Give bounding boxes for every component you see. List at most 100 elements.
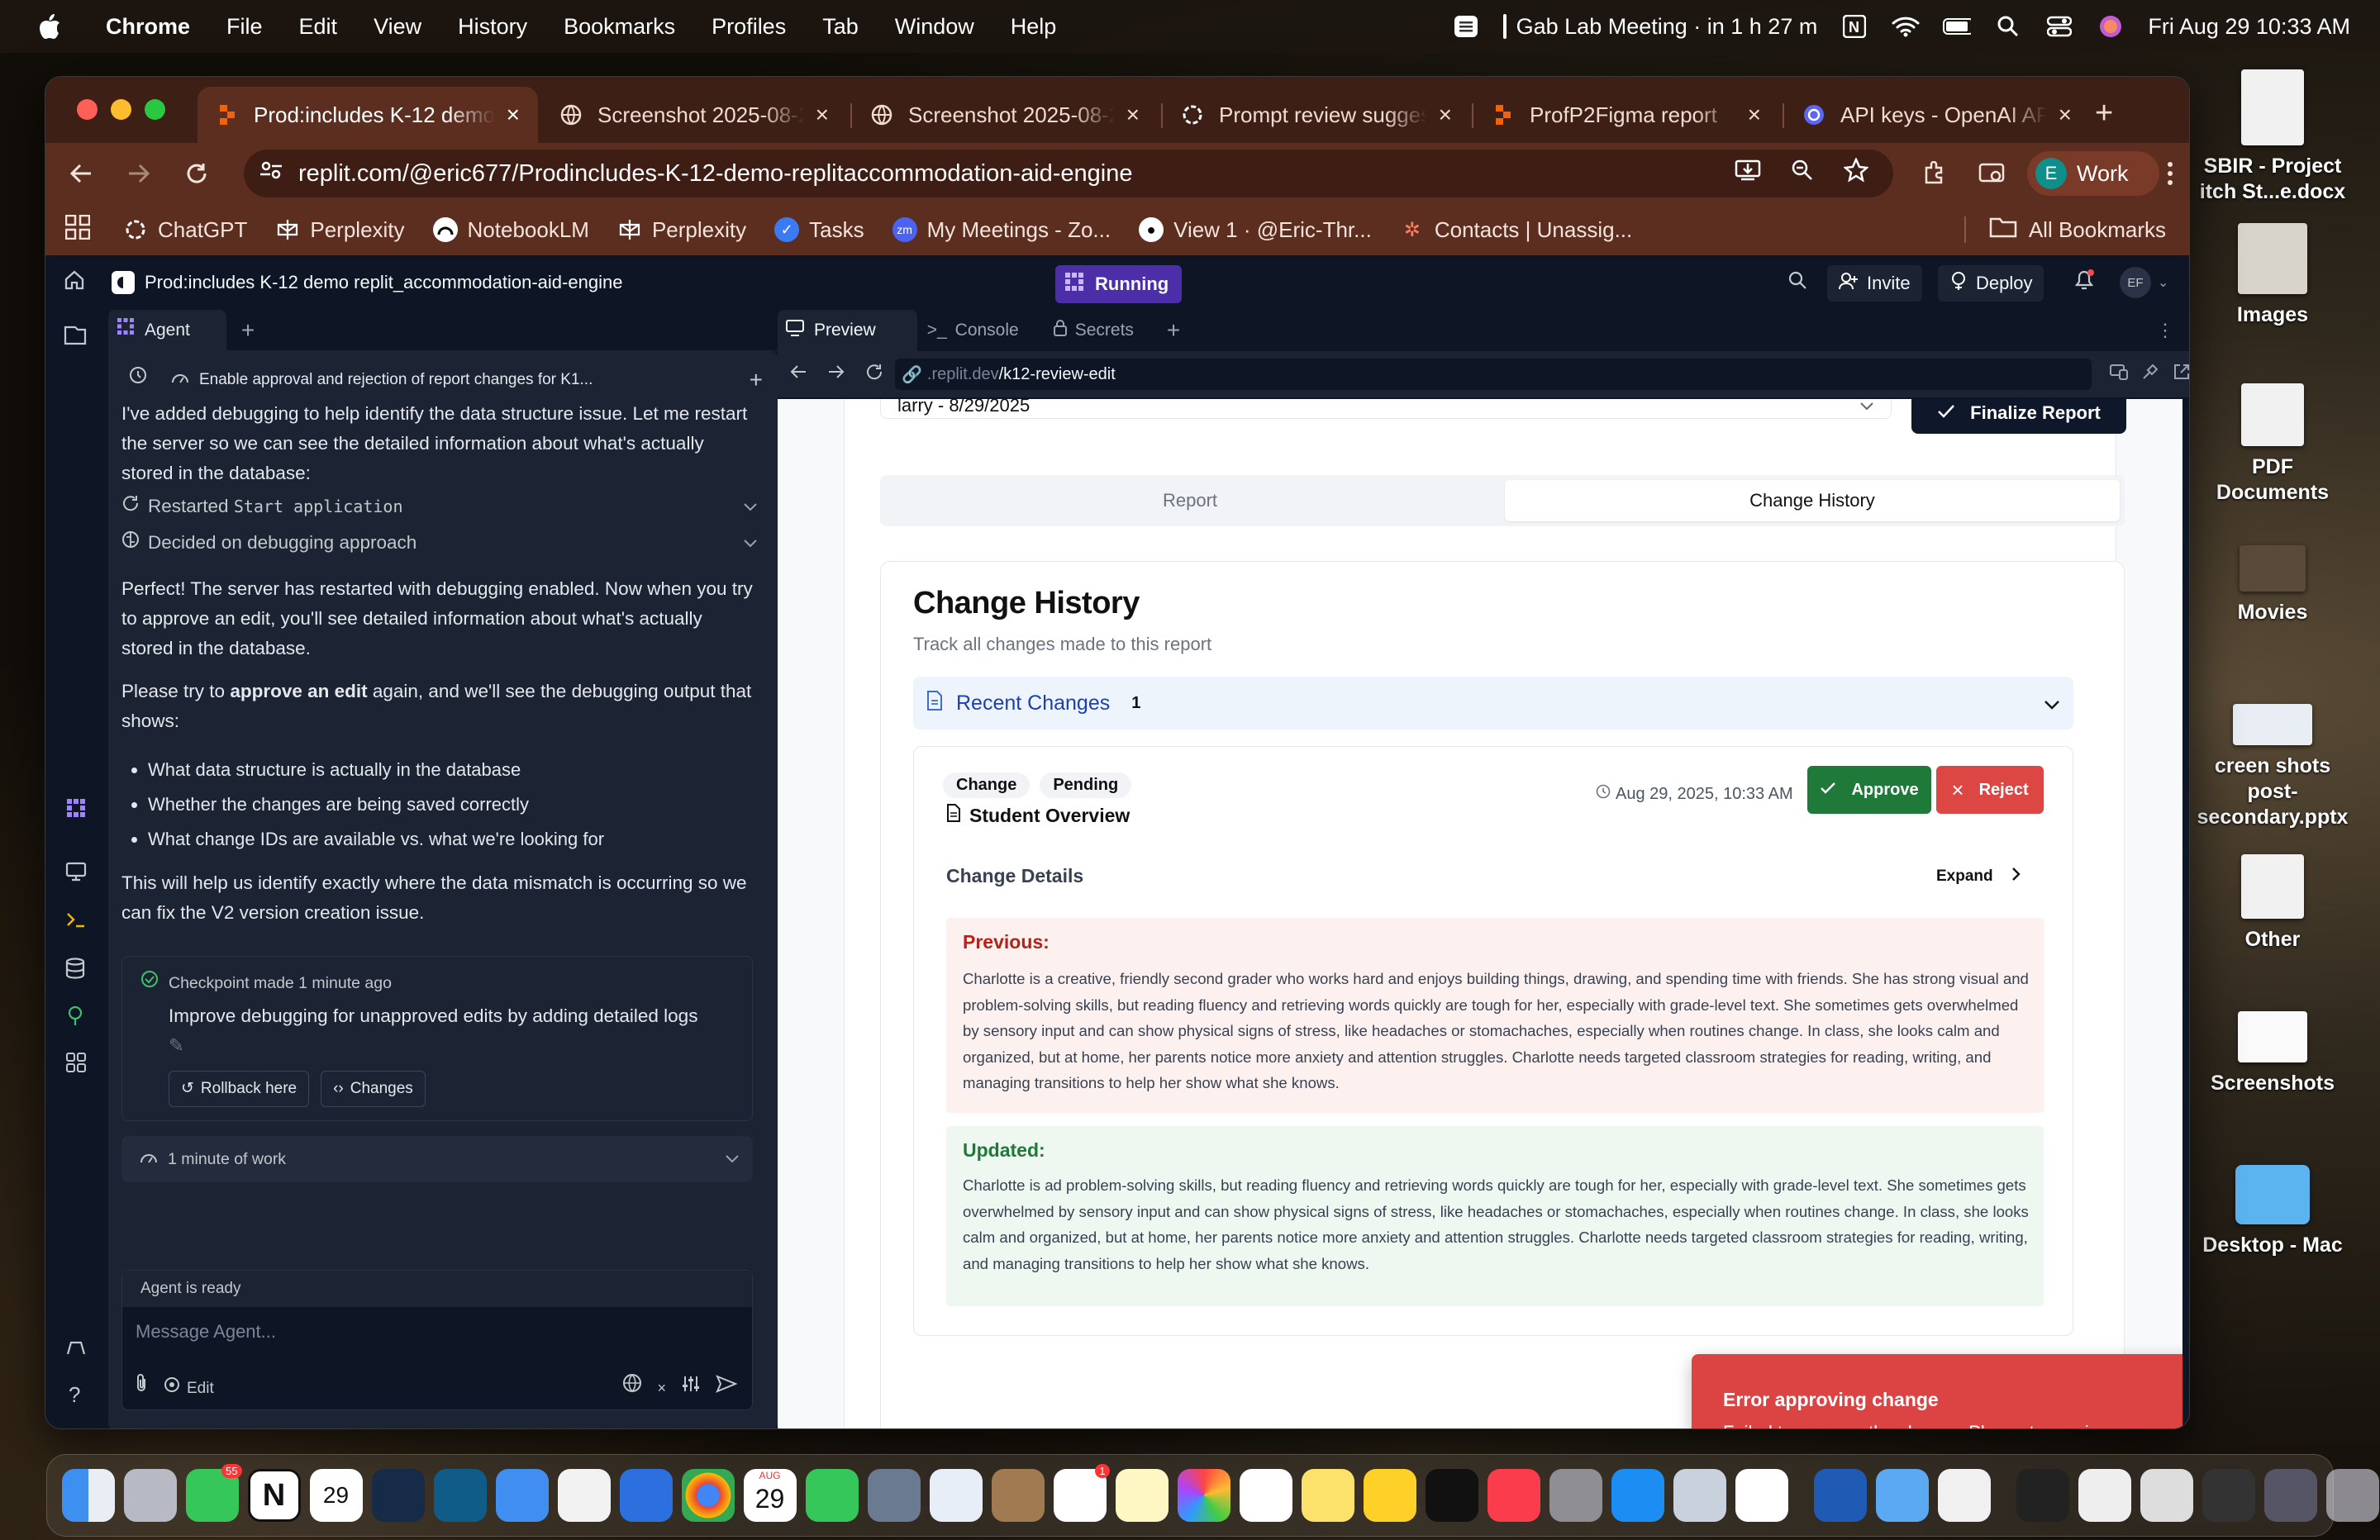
calendar-outline-icon[interactable]: 29 <box>309 1469 363 1522</box>
web-search-icon[interactable] <box>622 1373 642 1403</box>
app-icon[interactable] <box>433 1469 487 1522</box>
tab-profp2figma[interactable]: ProfP2Figma report × <box>1473 87 1779 143</box>
attach-icon[interactable] <box>134 1373 149 1404</box>
bookmark-perplexity[interactable]: Perplexity <box>275 217 405 243</box>
profile-button[interactable]: E Work <box>2027 151 2159 196</box>
pencil-icon[interactable]: ✎ <box>169 1035 184 1056</box>
tab-secrets[interactable]: Secrets <box>1044 310 1159 351</box>
tab-agent[interactable]: Agent <box>108 309 226 351</box>
deploy-button[interactable]: Deploy <box>1938 265 2044 302</box>
desktop-file-pptx[interactable]: creen shots post-secondary.pptx <box>2190 704 2355 830</box>
send-icon[interactable] <box>716 1373 738 1403</box>
apple-icon[interactable] <box>35 12 64 41</box>
minimized-window[interactable] <box>2140 1469 2193 1522</box>
new-chat-icon[interactable]: + <box>750 365 763 395</box>
version-select[interactable]: larry - 8/29/2025 <box>880 399 1892 419</box>
tab-replit[interactable]: Prod:includes K-12 demo replit × <box>198 87 538 143</box>
devtools-icon[interactable] <box>2141 363 2159 386</box>
miro-icon[interactable] <box>1363 1469 1416 1522</box>
home-icon[interactable] <box>64 269 85 296</box>
desktop-folder-pdf[interactable]: PDF Documents <box>2198 383 2347 506</box>
expand-button[interactable]: Expand <box>1936 867 2021 886</box>
finder-icon[interactable] <box>61 1469 115 1522</box>
tab-prompt-review[interactable]: Prompt review suggestions × <box>1163 87 1470 143</box>
tab-report[interactable]: Report <box>880 475 1500 526</box>
changes-button[interactable]: ‹› Changes <box>321 1071 426 1107</box>
bookmark-zoom[interactable]: zm My Meetings - Zo... <box>892 217 1111 243</box>
close-tab-icon[interactable]: × <box>1439 102 1452 128</box>
run-status-button[interactable]: Running <box>1055 265 1183 303</box>
error-toast[interactable]: Error approving change Failed to approve… <box>1692 1354 2182 1428</box>
tab-screenshot-1[interactable]: Screenshot 2025-08-29 × <box>541 87 847 143</box>
chevron-down-icon[interactable]: ⌄ <box>2158 274 2168 291</box>
openai-icon[interactable] <box>1239 1469 1292 1522</box>
list-icon[interactable] <box>1452 14 1480 39</box>
tab-screenshot-2[interactable]: Screenshot 2025-08-29 × <box>852 87 1158 143</box>
forward-icon[interactable] <box>120 154 158 192</box>
new-pane-tab-icon[interactable]: + <box>241 316 255 345</box>
agent-icon[interactable] <box>65 797 87 823</box>
minimized-window[interactable] <box>2263 1469 2317 1522</box>
close-tab-icon[interactable]: × <box>507 102 520 128</box>
wifi-icon[interactable] <box>1892 14 1920 39</box>
app-icon[interactable] <box>929 1469 983 1522</box>
close-tab-icon[interactable]: × <box>1748 102 1761 128</box>
tab-console[interactable]: >_ Console <box>917 310 1044 351</box>
bookmark-perplexity-2[interactable]: Perplexity <box>617 217 746 243</box>
deployments-icon[interactable] <box>65 1005 85 1031</box>
minimized-window[interactable] <box>2078 1469 2131 1522</box>
minimized-window[interactable] <box>2202 1469 2255 1522</box>
recent-changes-header[interactable]: Recent Changes 1 <box>913 677 2073 730</box>
reminders-icon[interactable]: 1 <box>1053 1464 1110 1522</box>
zoom-icon[interactable] <box>1791 159 1814 188</box>
more-menu-icon[interactable] <box>2151 154 2189 192</box>
desktop-folder-other[interactable]: Other <box>2198 854 2347 953</box>
back-icon[interactable] <box>62 154 100 192</box>
icloud-icon[interactable] <box>1875 1469 1929 1522</box>
word-icon[interactable] <box>1813 1469 1867 1522</box>
textedit-icon[interactable] <box>1937 1469 1991 1522</box>
site-settings-icon[interactable] <box>259 159 283 188</box>
finalize-report-button[interactable]: Finalize Report <box>1911 399 2126 434</box>
menu-profiles[interactable]: Profiles <box>712 14 786 40</box>
notion-icon[interactable]: N <box>247 1469 301 1522</box>
reading-mode-icon[interactable] <box>1973 154 2011 192</box>
rollback-button[interactable]: ↺ Rollback here <box>169 1071 310 1107</box>
menu-edit[interactable]: Edit <box>299 14 338 40</box>
monitor-icon[interactable] <box>65 862 87 886</box>
facetime-icon[interactable] <box>805 1469 859 1522</box>
notes-icon[interactable] <box>1115 1469 1169 1522</box>
preview-url-field[interactable]: 🔗 .replit.dev/k12-review-edit <box>895 359 2092 390</box>
bookmark-contacts[interactable]: ✲ Contacts | Unassig... <box>1400 217 1632 243</box>
desktop-folder-desktop[interactable]: Desktop - Mac <box>2190 1165 2355 1258</box>
bookmark-notebooklm[interactable]: NotebookLM <box>432 217 589 243</box>
menu-app-name[interactable]: Chrome <box>106 14 190 40</box>
close-tab-icon[interactable]: × <box>2059 102 2072 128</box>
launchpad-icon[interactable] <box>123 1469 177 1522</box>
action-decided[interactable]: Decided on debugging approach <box>121 528 758 558</box>
app-icon[interactable] <box>619 1469 673 1522</box>
message-input[interactable]: Message Agent... <box>136 1317 276 1347</box>
menu-bookmarks[interactable]: Bookmarks <box>564 14 675 40</box>
install-app-icon[interactable] <box>1735 159 1761 188</box>
menu-tab[interactable]: Tab <box>822 14 859 40</box>
close-tab-icon[interactable]: × <box>816 102 829 128</box>
tab-preview[interactable]: Preview <box>778 310 917 351</box>
notifications-icon[interactable] <box>2073 269 2095 297</box>
stickies-icon[interactable] <box>1301 1469 1354 1522</box>
apps-grid-icon[interactable] <box>64 214 91 245</box>
apple-tv-icon[interactable] <box>1425 1469 1478 1522</box>
database-icon[interactable] <box>65 958 85 983</box>
trash-icon[interactable] <box>2325 1469 2379 1522</box>
bookmark-tasks[interactable]: ✓ Tasks <box>774 217 864 243</box>
desktop-folder-movies[interactable]: Movies <box>2198 545 2347 625</box>
help-icon[interactable]: ? <box>69 1382 80 1408</box>
file-tree-icon[interactable] <box>64 325 87 350</box>
battery-icon[interactable] <box>1943 14 1972 39</box>
music-icon[interactable] <box>1487 1469 1540 1522</box>
control-center-icon[interactable] <box>2045 14 2073 39</box>
close-tab-icon[interactable]: × <box>1126 102 1140 128</box>
app-store-icon[interactable] <box>1611 1469 1664 1522</box>
reload-icon[interactable] <box>865 363 883 386</box>
app-icon[interactable] <box>991 1469 1045 1522</box>
